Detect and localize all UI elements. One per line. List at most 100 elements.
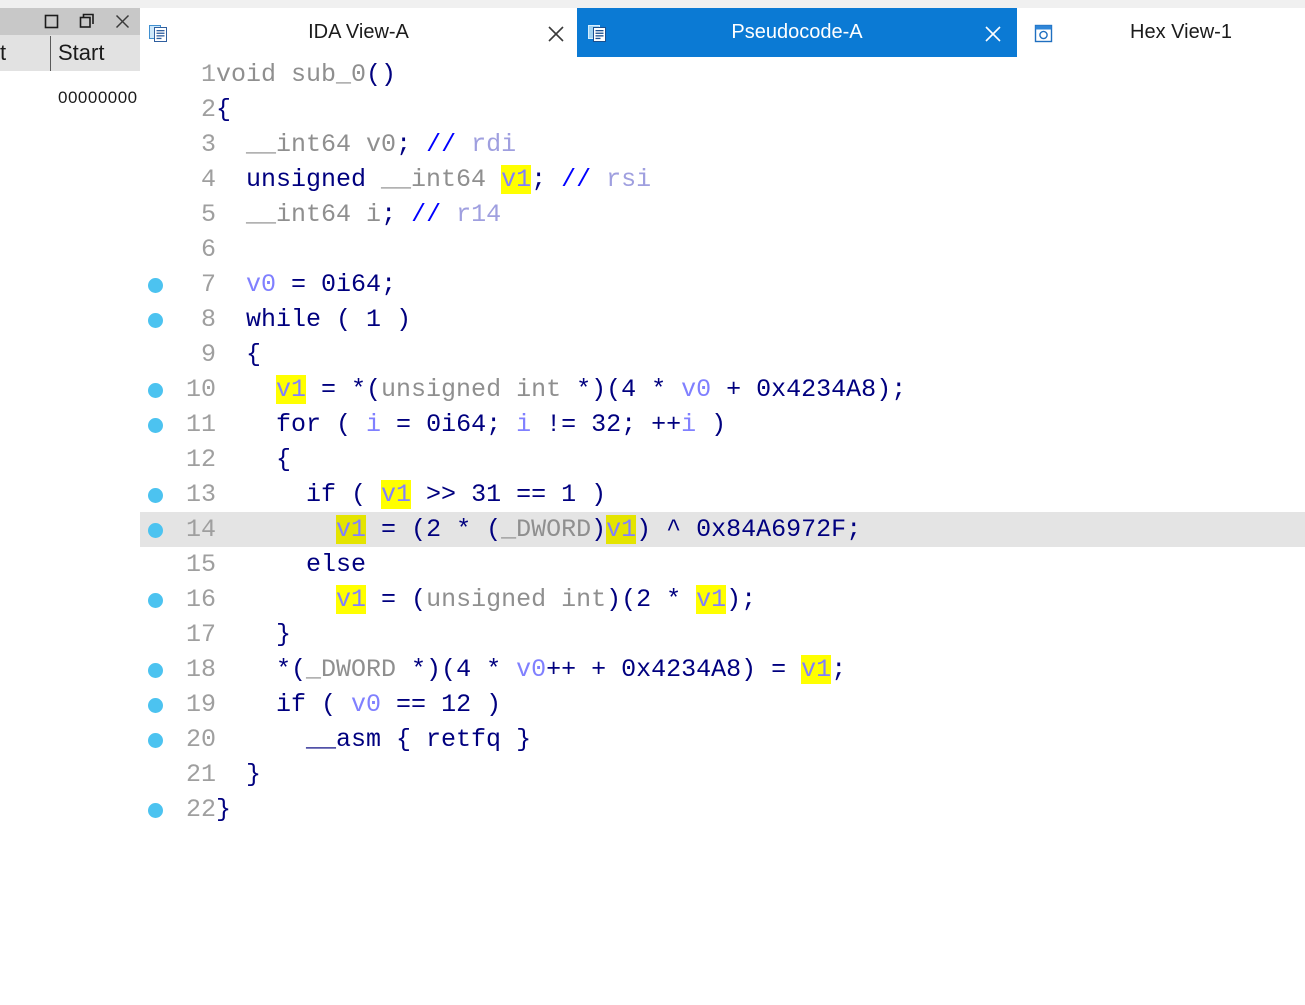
highlighted-token[interactable]: v1 bbox=[381, 480, 412, 509]
code-line[interactable]: 6 bbox=[140, 232, 1305, 267]
code-line[interactable]: 17 } bbox=[140, 617, 1305, 652]
code-token: v0 bbox=[246, 270, 277, 299]
code-token: 4 bbox=[621, 375, 637, 404]
breakpoint-dot-icon[interactable] bbox=[148, 523, 163, 538]
code-text: } bbox=[216, 792, 231, 827]
breakpoint-dot-icon[interactable] bbox=[148, 593, 163, 608]
breakpoint-dot-icon[interactable] bbox=[148, 418, 163, 433]
line-number: 10 bbox=[185, 375, 216, 404]
breakpoint-dot-icon[interactable] bbox=[148, 313, 163, 328]
tab-hex-view-1[interactable]: Hex View-1 bbox=[1017, 8, 1305, 57]
highlighted-token[interactable]: v1 bbox=[276, 375, 307, 404]
highlighted-token[interactable]: v1 bbox=[336, 585, 367, 614]
address-cell[interactable]: 00000000 bbox=[58, 88, 138, 108]
code-token: unsigned int bbox=[381, 375, 562, 404]
code-line[interactable]: 12 { bbox=[140, 442, 1305, 477]
tab-label-pseudocode-a: Pseudocode-A bbox=[731, 21, 863, 43]
pseudocode-editor[interactable]: 1 void sub_0() 2{3 __int64 v0; // rdi 4 uns… bbox=[140, 57, 1305, 1005]
code-token: __int64 bbox=[246, 200, 367, 229]
highlighted-token[interactable]: v1 bbox=[501, 165, 532, 194]
highlighted-token[interactable]: v1 bbox=[696, 585, 727, 614]
code-token: * bbox=[471, 655, 517, 684]
tab-pseudocode-a[interactable]: Pseudocode-A bbox=[577, 8, 1017, 57]
column-header-start[interactable]: Start bbox=[58, 41, 104, 65]
code-line[interactable]: 14 v1 = (2 * (_DWORD)v1) ^ 0x84A6972F; bbox=[140, 512, 1305, 547]
code-line[interactable]: 1 void sub_0() bbox=[140, 57, 1305, 92]
code-token: __int64 bbox=[246, 130, 367, 159]
code-token: v0 bbox=[366, 130, 397, 159]
code-token: ) bbox=[471, 690, 502, 719]
breakpoint-dot-icon[interactable] bbox=[148, 663, 163, 678]
code-line[interactable]: 3 __int64 v0; // rdi bbox=[140, 127, 1305, 162]
code-line[interactable]: 15 else bbox=[140, 547, 1305, 582]
code-token: { bbox=[276, 445, 292, 474]
maximize-button[interactable] bbox=[35, 8, 67, 35]
code-token: ; bbox=[486, 410, 517, 439]
breakpoint-dot-icon[interactable] bbox=[148, 488, 163, 503]
code-line[interactable]: 22} bbox=[140, 792, 1305, 827]
tab-close-icon-ida-view-a[interactable] bbox=[546, 24, 566, 44]
line-number: 21 bbox=[185, 760, 216, 789]
code-token: while ( bbox=[246, 305, 367, 334]
code-token: ) ^ bbox=[636, 515, 697, 544]
code-token: ; bbox=[396, 130, 412, 159]
code-token: if ( bbox=[276, 690, 352, 719]
code-line[interactable]: 19 if ( v0 == 12 ) bbox=[140, 687, 1305, 722]
code-token: ; bbox=[381, 200, 397, 229]
code-line[interactable]: 7 v0 = 0i64; bbox=[140, 267, 1305, 302]
breakpoint-dot-icon[interactable] bbox=[148, 733, 163, 748]
tab-label-hex-view-1: Hex View-1 bbox=[1130, 21, 1232, 43]
tab-close-icon-pseudocode-a[interactable] bbox=[983, 24, 1003, 44]
breakpoint-dot-icon[interactable] bbox=[148, 803, 163, 818]
code-token: i bbox=[681, 410, 697, 439]
code-line[interactable]: 11 for ( i = 0i64; i != 32; ++i ) bbox=[140, 407, 1305, 442]
code-token: *( bbox=[276, 655, 307, 684]
code-token: } bbox=[216, 795, 232, 824]
code-token: = ( bbox=[366, 585, 427, 614]
code-line[interactable]: 9 { bbox=[140, 337, 1305, 372]
code-token: 0x4234A8 bbox=[756, 375, 877, 404]
code-token: ) bbox=[576, 480, 607, 509]
highlighted-token[interactable]: v1 bbox=[336, 515, 367, 544]
code-token: ); bbox=[726, 585, 757, 614]
tab-ida-view-a[interactable]: IDA View-A bbox=[140, 8, 577, 57]
code-token: v0 bbox=[351, 690, 382, 719]
code-text: __int64 i; // r14 bbox=[216, 197, 501, 232]
code-token: v0 bbox=[516, 655, 547, 684]
code-token: == bbox=[381, 690, 442, 719]
column-header-partial[interactable]: t bbox=[0, 41, 6, 65]
code-text: { bbox=[216, 92, 231, 127]
code-text: while ( 1 ) bbox=[216, 302, 411, 337]
code-line[interactable]: 20 __asm { retfq } bbox=[140, 722, 1305, 757]
line-number: 5 bbox=[200, 200, 216, 229]
left-window-titlebar bbox=[0, 8, 140, 35]
code-token: retfq bbox=[426, 725, 502, 754]
code-text: } bbox=[216, 617, 291, 652]
breakpoint-dot-icon[interactable] bbox=[148, 383, 163, 398]
code-line[interactable]: 4 unsigned __int64 v1; // rsi bbox=[140, 162, 1305, 197]
code-token: = ( bbox=[366, 515, 427, 544]
code-line[interactable]: 5 __int64 i; // r14 bbox=[140, 197, 1305, 232]
code-text: else bbox=[216, 547, 366, 582]
highlighted-token[interactable]: v1 bbox=[606, 515, 637, 544]
code-line[interactable]: 18 *(_DWORD *)(4 * v0++ + 0x4234A8) = v1… bbox=[140, 652, 1305, 687]
code-line[interactable]: 21 } bbox=[140, 757, 1305, 792]
code-text: void sub_0() bbox=[216, 57, 396, 92]
code-line[interactable]: 10 v1 = *(unsigned int *)(4 * v0 + 0x423… bbox=[140, 372, 1305, 407]
close-button[interactable] bbox=[106, 8, 138, 35]
code-line[interactable]: 2{ bbox=[140, 92, 1305, 127]
breakpoint-dot-icon[interactable] bbox=[148, 278, 163, 293]
code-token: ; bbox=[846, 515, 862, 544]
code-token: ) bbox=[591, 515, 607, 544]
code-text: if ( v0 == 12 ) bbox=[216, 687, 501, 722]
breakpoint-dot-icon[interactable] bbox=[148, 698, 163, 713]
code-line[interactable]: 13 if ( v1 >> 31 == 1 ) bbox=[140, 477, 1305, 512]
code-text: if ( v1 >> 31 == 1 ) bbox=[216, 477, 606, 512]
line-number: 4 bbox=[200, 165, 216, 194]
highlighted-token[interactable]: v1 bbox=[801, 655, 832, 684]
code-line[interactable]: 16 v1 = (unsigned int)(2 * v1); bbox=[140, 582, 1305, 617]
code-text: v1 = (unsigned int)(2 * v1); bbox=[216, 582, 756, 617]
code-line[interactable]: 8 while ( 1 ) bbox=[140, 302, 1305, 337]
restore-button[interactable] bbox=[71, 8, 103, 35]
